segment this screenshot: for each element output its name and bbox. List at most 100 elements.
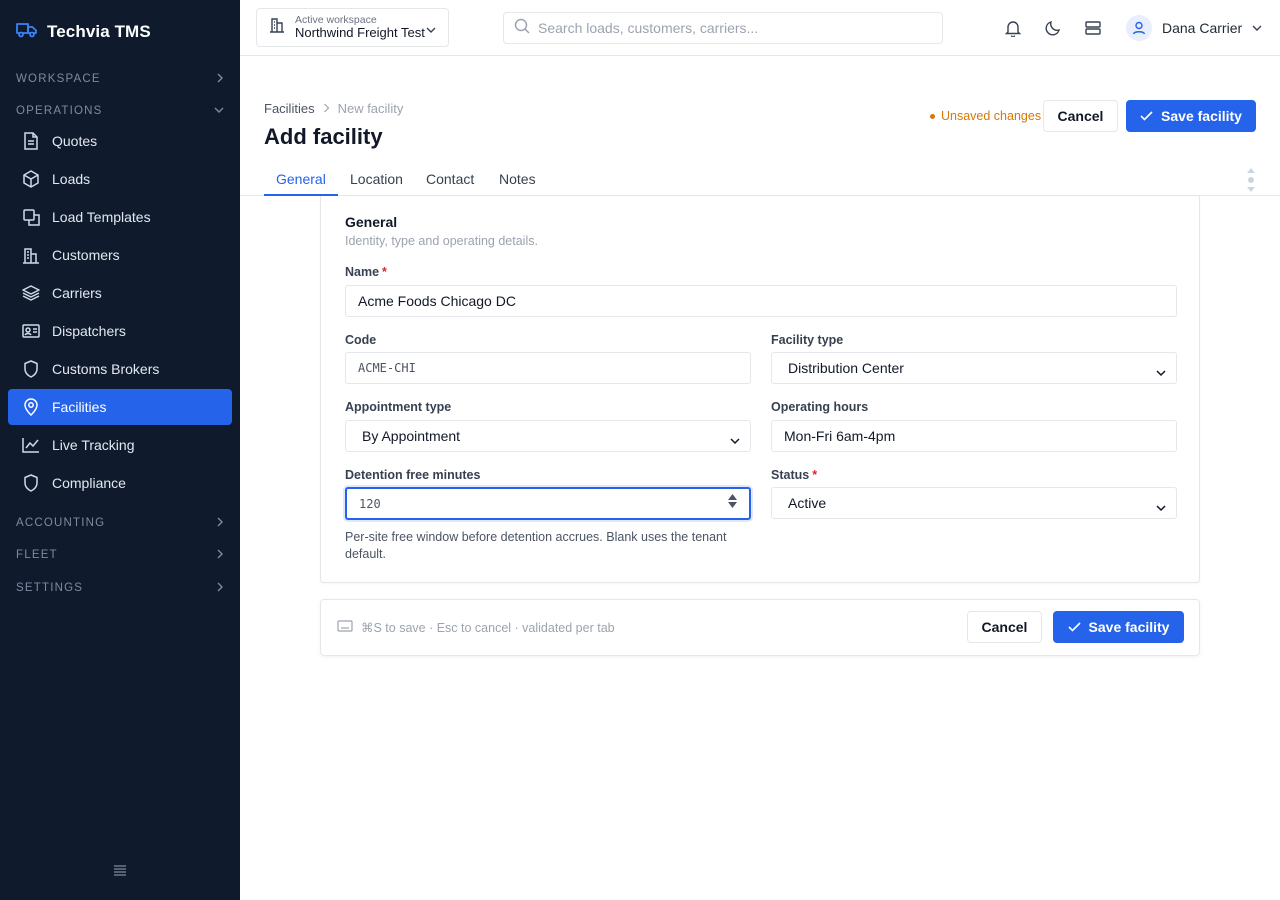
search-input[interactable] [538,20,918,36]
layers-icon [22,284,40,302]
search-icon [514,18,530,39]
box-icon [22,170,40,188]
section-settings[interactable]: SETTINGS [16,580,224,596]
sidebar-item-loads[interactable]: Loads [8,161,232,197]
building-icon [269,17,285,38]
sidebar-item-customers[interactable]: Customers [8,237,232,273]
chevron-down-icon [1252,19,1262,37]
number-stepper[interactable] [728,494,737,508]
sidebar-item-label: Loads [52,171,91,187]
topbar: Active workspace Northwind Freight Test … [240,0,1280,56]
detention-free-minutes-field[interactable]: 120 [345,487,751,520]
tab-general[interactable]: General [264,171,338,196]
general-form-card: General Identity, type and operating det… [320,196,1200,583]
chevron-down-icon [1156,499,1166,515]
avatar [1126,15,1152,41]
sidebar-item-compliance[interactable]: Compliance [8,465,232,501]
section-label: SETTINGS [16,582,84,594]
id-card-icon [22,322,40,340]
section-label: WORKSPACE [16,73,101,85]
user-name: Dana Carrier [1162,20,1243,36]
sidebar-item-label: Customs Brokers [52,361,160,377]
tab-notes[interactable]: Notes [487,171,548,196]
section-fleet[interactable]: FLEET [16,547,224,563]
moon-icon[interactable] [1043,18,1063,38]
copy-icon [22,208,40,226]
brand[interactable]: Techvia TMS [16,20,151,44]
sidebar-item-label: Compliance [52,475,126,491]
collapse-sidebar-icon[interactable] [114,864,128,880]
facility-type-value: Distribution Center [788,360,904,376]
page-title: Add facility [264,124,383,149]
chevron-down-icon [426,21,436,39]
chevron-down-icon [214,105,224,117]
tab-scroll-handle[interactable] [1246,168,1256,194]
workspace-name: Northwind Freight Test [295,25,425,41]
appointment-type-value: By Appointment [362,428,461,444]
sidebar-item-load-templates[interactable]: Load Templates [8,199,232,235]
server-icon[interactable] [1083,18,1103,38]
section-workspace[interactable]: WORKSPACE [16,71,224,87]
status-select[interactable]: Active [771,487,1177,519]
sidebar-item-customs-brokers[interactable]: Customs Brokers [8,351,232,387]
appointment-type-select[interactable]: By Appointment [345,420,751,452]
chevron-down-icon [1156,364,1166,380]
footer-save-facility-button[interactable]: Save facility [1053,611,1184,643]
chevron-down-icon [730,432,740,448]
status-value: Active [788,495,827,511]
name-label: Name * [345,265,387,279]
document-icon [22,132,40,150]
check-icon [1067,619,1081,635]
code-label: Code [345,333,377,347]
cancel-button[interactable]: Cancel [1043,100,1118,132]
map-pin-icon [22,398,40,416]
operating-hours-field[interactable]: Mon-Fri 6am-4pm [771,420,1177,452]
sidebar-item-quotes[interactable]: Quotes [8,123,232,159]
facility-type-select[interactable]: Distribution Center [771,352,1177,384]
sidebar-item-dispatchers[interactable]: Dispatchers [8,313,232,349]
save-facility-button[interactable]: Save facility [1126,100,1256,132]
chevron-right-icon [216,73,224,86]
unsaved-label: Unsaved changes [941,109,1042,123]
detention-value: 120 [359,496,381,511]
section-label: OPERATIONS [16,105,103,117]
sidebar-item-live-tracking[interactable]: Live Tracking [8,427,232,463]
unsaved-indicator: Unsaved changes [930,109,1041,123]
keyboard-hint: ⌘S to save · Esc to cancel · validated p… [337,620,615,635]
required-mark: * [382,265,387,279]
status-dot [930,113,935,119]
appointment-type-label: Appointment type [345,400,452,414]
required-mark: * [812,468,818,482]
sidebar-item-carriers[interactable]: Carriers [8,275,232,311]
shield-icon [22,360,40,378]
sidebar-item-label: Load Templates [52,209,151,225]
workspace-switcher[interactable]: Active workspace Northwind Freight Test [256,8,449,47]
tab-contact[interactable]: Contact [414,171,486,196]
sidebar: Techvia TMS WORKSPACE OPERATIONS Quotes … [0,0,240,900]
breadcrumb: Facilities New facility [264,101,403,116]
shield-icon [22,474,40,492]
user-menu[interactable]: Dana Carrier [1126,14,1262,42]
sidebar-item-facilities[interactable]: Facilities [8,389,232,425]
footer-cancel-button[interactable]: Cancel [967,611,1042,643]
line-chart-icon [22,436,40,454]
truck-icon [16,22,38,43]
sidebar-item-label: Dispatchers [52,323,126,339]
check-icon [1140,108,1153,124]
sidebar-item-label: Customers [52,247,120,263]
sidebar-item-label: Quotes [52,133,98,149]
detention-help-text: Per-site free window before detention ac… [345,530,727,561]
sidebar-item-label: Facilities [52,399,107,415]
code-field[interactable]: ACME-CHI [345,352,751,384]
hint-text: ⌘S to save · Esc to cancel · validated p… [361,621,615,635]
search-box[interactable] [503,12,943,44]
tab-location[interactable]: Location [338,171,415,196]
section-accounting[interactable]: ACCOUNTING [16,515,224,531]
chevron-right-icon [216,582,224,595]
brand-name: Techvia TMS [47,22,151,41]
breadcrumb-facilities-link[interactable]: Facilities [264,101,315,116]
bell-icon[interactable] [1003,18,1023,38]
section-operations[interactable]: OPERATIONS [16,103,224,119]
name-field[interactable]: Acme Foods Chicago DC [345,285,1177,317]
sidebar-item-label: Live Tracking [52,437,135,453]
